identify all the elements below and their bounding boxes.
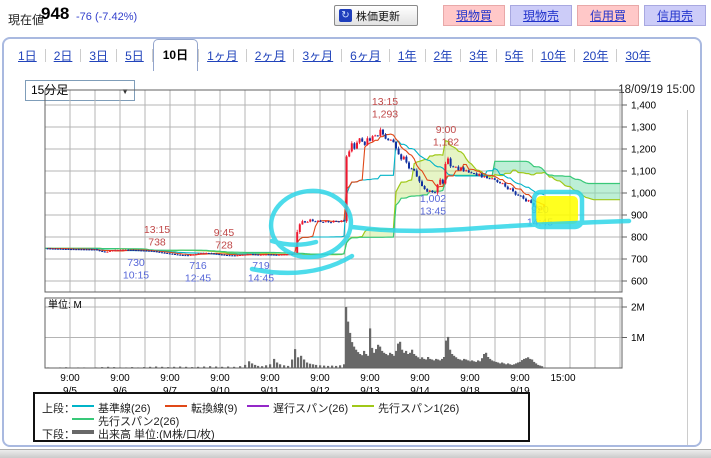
svg-text:13:15: 13:15 [144, 224, 170, 236]
tab-20年[interactable]: 20年 [575, 43, 616, 68]
trade-button-0[interactable]: 現物買 [443, 5, 505, 26]
volume-swatch [72, 430, 94, 434]
senkou1-legend-label: 先行スパン1(26) [378, 400, 459, 416]
svg-text:1M: 1M [631, 333, 645, 344]
svg-text:9:00: 9:00 [310, 373, 330, 384]
svg-text:1,002: 1,002 [420, 193, 446, 205]
svg-text:9:00: 9:00 [510, 373, 530, 384]
volume-panel-border [45, 298, 622, 368]
tab-2年[interactable]: 2年 [426, 43, 461, 68]
svg-text:700: 700 [631, 255, 648, 266]
svg-text:9:00: 9:00 [436, 124, 457, 136]
svg-text:800: 800 [631, 233, 648, 244]
svg-text:1,000: 1,000 [631, 189, 656, 200]
grid-lines [45, 90, 622, 368]
tab-1ヶ月[interactable]: 1ヶ月 [199, 43, 246, 68]
svg-text:1,400: 1,400 [631, 101, 656, 112]
price-callout-labels: 13:151,2939:001,18213:157389:4572873010:… [123, 96, 553, 285]
yellow-highlight-marker [536, 196, 578, 224]
horizontal-scrollbar[interactable] [0, 449, 711, 458]
senkou2-line-swatch [72, 418, 94, 420]
drawn-dash-annotation [272, 241, 316, 245]
tab-3年[interactable]: 3年 [461, 43, 496, 68]
svg-text:9:00: 9:00 [110, 373, 130, 384]
svg-text:600: 600 [631, 277, 648, 288]
chikou-line-swatch [247, 405, 269, 407]
svg-text:9:00: 9:00 [460, 373, 480, 384]
svg-text:9:00: 9:00 [60, 373, 80, 384]
tab-3日[interactable]: 3日 [81, 43, 116, 68]
svg-text:1,300: 1,300 [631, 123, 656, 134]
trade-button-3[interactable]: 信用売 [644, 5, 706, 26]
legend-upper-label: 上段： [42, 400, 75, 416]
kijun-line-swatch [72, 405, 94, 407]
refresh-quote-button[interactable]: ↻ 株価更新 [334, 5, 418, 26]
svg-text:14:45: 14:45 [248, 273, 274, 285]
svg-text:9:45: 9:45 [214, 227, 235, 239]
svg-text:1,200: 1,200 [631, 145, 656, 156]
svg-text:728: 728 [215, 240, 233, 252]
svg-text:9:00: 9:00 [360, 373, 380, 384]
svg-text:738: 738 [148, 237, 166, 249]
trade-button-1[interactable]: 現物売 [510, 5, 572, 26]
current-price-value: 948 [41, 4, 69, 24]
svg-text:9:00: 9:00 [260, 373, 280, 384]
tab-5年[interactable]: 5年 [497, 43, 532, 68]
tab-30年[interactable]: 30年 [617, 43, 658, 68]
tab-10年[interactable]: 10年 [533, 43, 574, 68]
refresh-icon: ↻ [339, 9, 352, 22]
senkou1-line-swatch [352, 405, 374, 407]
current-price-label: 現在値 [8, 11, 44, 28]
tab-1日[interactable]: 1日 [10, 43, 45, 68]
tab-6ヶ月[interactable]: 6ヶ月 [342, 43, 389, 68]
top-bar: 現在値 948 -76 (-7.42%) ↻ 株価更新 現物買現物売信用買信用売 [0, 0, 711, 36]
tab-5日[interactable]: 5日 [117, 43, 152, 68]
tab-3ヶ月[interactable]: 3ヶ月 [294, 43, 341, 68]
svg-text:13:45: 13:45 [420, 206, 446, 218]
tab-10日[interactable]: 10日 [153, 39, 198, 71]
svg-text:9:00: 9:00 [160, 373, 180, 384]
svg-text:1,182: 1,182 [433, 137, 459, 149]
trade-button-2[interactable]: 信用買 [577, 5, 639, 26]
chikou-legend-label: 遅行スパン(26) [273, 400, 348, 416]
svg-text:900: 900 [631, 211, 648, 222]
panel-divider [687, 110, 688, 445]
tenkan-legend-label: 転換線(9) [191, 400, 237, 416]
svg-text:9:00: 9:00 [410, 373, 430, 384]
legend-lower-label: 下段： [42, 426, 75, 442]
refresh-label: 株価更新 [356, 8, 400, 24]
svg-text:2M: 2M [631, 303, 645, 314]
svg-text:1,293: 1,293 [372, 109, 398, 121]
svg-text:15:00: 15:00 [550, 373, 575, 384]
chart-legend: 上段： 基準線(26) 転換線(9) 遅行スパン(26) 先行スパン1(26) … [33, 392, 530, 442]
volume-legend-label: 出来高 単位:(M株/口/枚) [98, 426, 215, 442]
drawn-circle-annotation [268, 187, 354, 261]
tab-2日[interactable]: 2日 [46, 43, 81, 68]
tab-1年[interactable]: 1年 [390, 43, 425, 68]
svg-text:9:00: 9:00 [210, 373, 230, 384]
volume-unit-label: 単位: M [48, 298, 82, 311]
svg-text:730: 730 [127, 257, 145, 269]
svg-text:716: 716 [189, 260, 207, 272]
svg-text:10:15: 10:15 [123, 270, 149, 282]
tab-2ヶ月[interactable]: 2ヶ月 [247, 43, 294, 68]
price-change: -76 (-7.42%) [76, 11, 137, 23]
svg-text:13:15: 13:15 [372, 96, 398, 108]
period-tabs: 1日2日3日5日10日1ヶ月2ヶ月3ヶ月6ヶ月1年2年3年5年10年20年30年 [10, 41, 659, 69]
svg-text:12:45: 12:45 [185, 273, 211, 285]
tenkan-line-swatch [165, 405, 187, 407]
svg-text:1,100: 1,100 [631, 167, 656, 178]
